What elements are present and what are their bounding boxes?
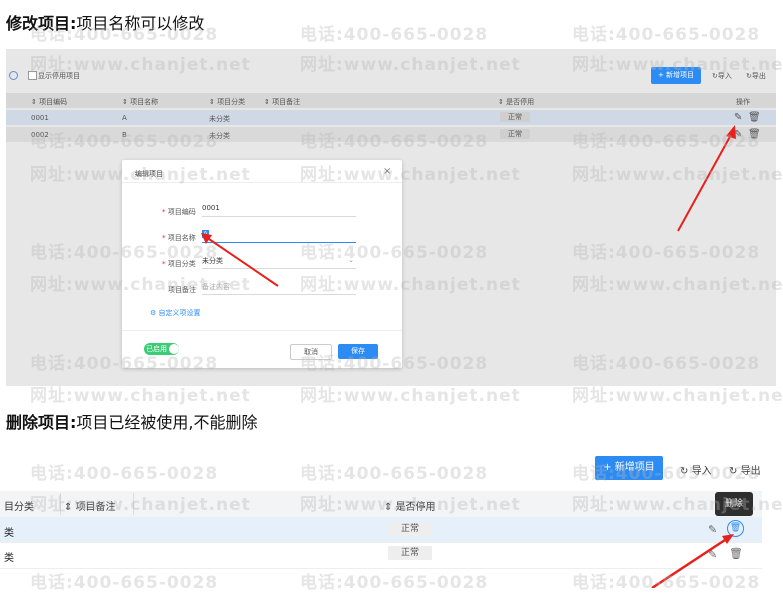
- delete-heading-desc: 项目已经被使用,不能删除: [76, 413, 258, 432]
- arrow-head: [726, 125, 736, 139]
- watermark: 电话:400-665-0028: [572, 25, 761, 45]
- edit-heading: 修改项目:项目名称可以修改: [6, 10, 204, 34]
- edit-heading-desc: 项目名称可以修改: [76, 14, 205, 33]
- arrow-to-name-field: [205, 236, 279, 287]
- edit-heading-label: 修改项目:: [6, 14, 77, 33]
- annotation-arrows: [651, 534, 734, 588]
- arrow-to-delete-icon: [651, 536, 729, 588]
- arrow-head: [201, 233, 212, 244]
- annotation-arrows: [201, 125, 736, 287]
- arrow-to-edit-icon: [677, 132, 733, 232]
- delete-screenshot: + 新增项目 ↻ 导入 ↻ 导出 目分类 ⇕ 项目备注 ⇕ 是否停用 类 正常 …: [0, 440, 783, 588]
- edit-screenshot: 显示停用项目 + 新增项目 ↻导入 ↻导出 ⇕ 项目编码 ⇕ 项目名称 ⇕ 项目…: [6, 49, 776, 386]
- delete-heading-label: 删除项目:: [6, 413, 77, 432]
- watermark: 电话:400-665-0028: [300, 25, 489, 45]
- delete-heading: 删除项目:项目已经被使用,不能删除: [6, 409, 258, 433]
- arrow-head: [722, 534, 734, 544]
